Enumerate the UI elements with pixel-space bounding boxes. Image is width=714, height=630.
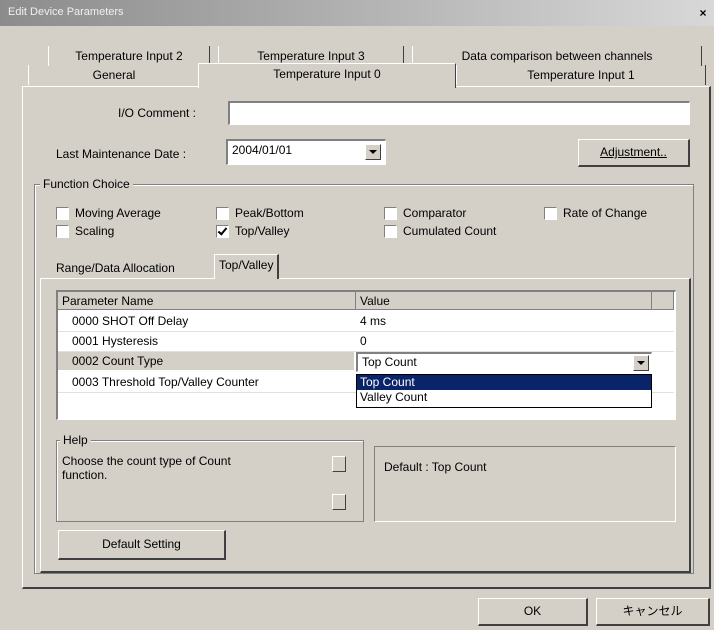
checkbox-moving-average[interactable]: Moving Average bbox=[56, 206, 161, 220]
checkbox-rate-of-change[interactable]: Rate of Change bbox=[544, 206, 647, 220]
row-value[interactable]: 0 bbox=[360, 331, 367, 351]
adjustment-button[interactable]: Adjustment.. bbox=[578, 139, 690, 167]
row-name: 0001 Hysteresis bbox=[72, 334, 159, 348]
title-bar: Edit Device Parameters × bbox=[0, 0, 714, 26]
scroll-up-icon[interactable] bbox=[332, 456, 346, 472]
count-type-value: Top Count bbox=[362, 355, 417, 369]
maintenance-date-value: 2004/01/01 bbox=[232, 143, 293, 157]
maintenance-date-input[interactable]: 2004/01/01 bbox=[226, 139, 386, 165]
checkbox-label: Scaling bbox=[75, 224, 115, 238]
tab-temperature-input-0[interactable]: Temperature Input 0 bbox=[198, 63, 456, 88]
tab-temperature-input-1[interactable]: Temperature Input 1 bbox=[456, 65, 706, 85]
tab-general[interactable]: General bbox=[28, 65, 200, 85]
checkbox-box[interactable] bbox=[56, 224, 69, 238]
cancel-label: キャンセル bbox=[622, 604, 683, 618]
cancel-button[interactable]: キャンセル bbox=[596, 598, 710, 626]
dropdown-option-top-count[interactable]: Top Count bbox=[357, 375, 651, 390]
subtab-top-valley[interactable]: Top/Valley bbox=[214, 254, 280, 279]
checkbox-label: Peak/Bottom bbox=[235, 206, 304, 220]
default-info-box bbox=[374, 446, 676, 522]
checkbox-box[interactable] bbox=[544, 206, 557, 220]
checkbox-box[interactable] bbox=[384, 206, 397, 220]
checkbox-box[interactable] bbox=[384, 224, 397, 238]
checkbox-box[interactable] bbox=[216, 206, 229, 220]
subtab-range-data-allocation[interactable]: Range/Data Allocation bbox=[52, 258, 179, 278]
parameter-table: Parameter Name Value 0000 SHOT Off Delay… bbox=[56, 290, 676, 420]
checkbox-label: Moving Average bbox=[75, 206, 161, 220]
checkbox-box[interactable] bbox=[56, 206, 69, 220]
header-filler bbox=[652, 292, 674, 310]
tab-temperature-input-2[interactable]: Temperature Input 2 bbox=[48, 46, 210, 66]
row-name: 0003 Threshold Top/Valley Counter bbox=[72, 375, 259, 389]
window-title: Edit Device Parameters bbox=[8, 6, 124, 18]
close-icon[interactable]: × bbox=[696, 6, 710, 20]
checkbox-label: Cumulated Count bbox=[403, 224, 497, 238]
maintenance-date-label: Last Maintenance Date : bbox=[56, 147, 187, 161]
dropdown-option-valley-count[interactable]: Valley Count bbox=[357, 390, 651, 405]
checkbox-label: Top/Valley bbox=[235, 224, 290, 238]
check-icon[interactable] bbox=[216, 224, 229, 238]
checkbox-scaling[interactable]: Scaling bbox=[56, 224, 114, 238]
ok-label: OK bbox=[523, 604, 542, 618]
io-comment-input[interactable] bbox=[228, 101, 690, 125]
help-text: Choose the count type of Count function. bbox=[62, 454, 231, 482]
header-value: Value bbox=[356, 292, 652, 310]
function-choice-title: Function Choice bbox=[40, 177, 133, 191]
checkbox-comparator[interactable]: Comparator bbox=[384, 206, 466, 220]
help-title: Help bbox=[60, 433, 91, 447]
adjustment-button-label: Adjustment.. bbox=[600, 145, 667, 159]
count-type-dropdown-list: Top Count Valley Count bbox=[356, 374, 652, 408]
scroll-down-icon[interactable] bbox=[332, 494, 346, 510]
default-info-text: Default : Top Count bbox=[384, 460, 487, 474]
io-comment-label: I/O Comment : bbox=[118, 106, 197, 120]
count-type-select[interactable]: Top Count bbox=[356, 352, 652, 372]
row-name: 0002 Count Type bbox=[72, 354, 164, 368]
default-setting-button[interactable]: Default Setting bbox=[58, 530, 226, 560]
default-setting-label: Default Setting bbox=[102, 537, 181, 551]
header-parameter-name: Parameter Name bbox=[58, 292, 356, 310]
row-value[interactable]: 4 ms bbox=[360, 311, 386, 331]
checkbox-label: Comparator bbox=[403, 206, 467, 220]
checkbox-label: Rate of Change bbox=[563, 206, 648, 220]
chevron-down-icon[interactable] bbox=[365, 144, 381, 160]
checkbox-top-valley[interactable]: Top/Valley bbox=[216, 224, 289, 238]
checkbox-peak-bottom[interactable]: Peak/Bottom bbox=[216, 206, 304, 220]
checkbox-cumulated-count[interactable]: Cumulated Count bbox=[384, 224, 496, 238]
row-name: 0000 SHOT Off Delay bbox=[72, 314, 189, 328]
ok-button[interactable]: OK bbox=[478, 598, 588, 626]
chevron-down-icon[interactable] bbox=[633, 355, 649, 371]
